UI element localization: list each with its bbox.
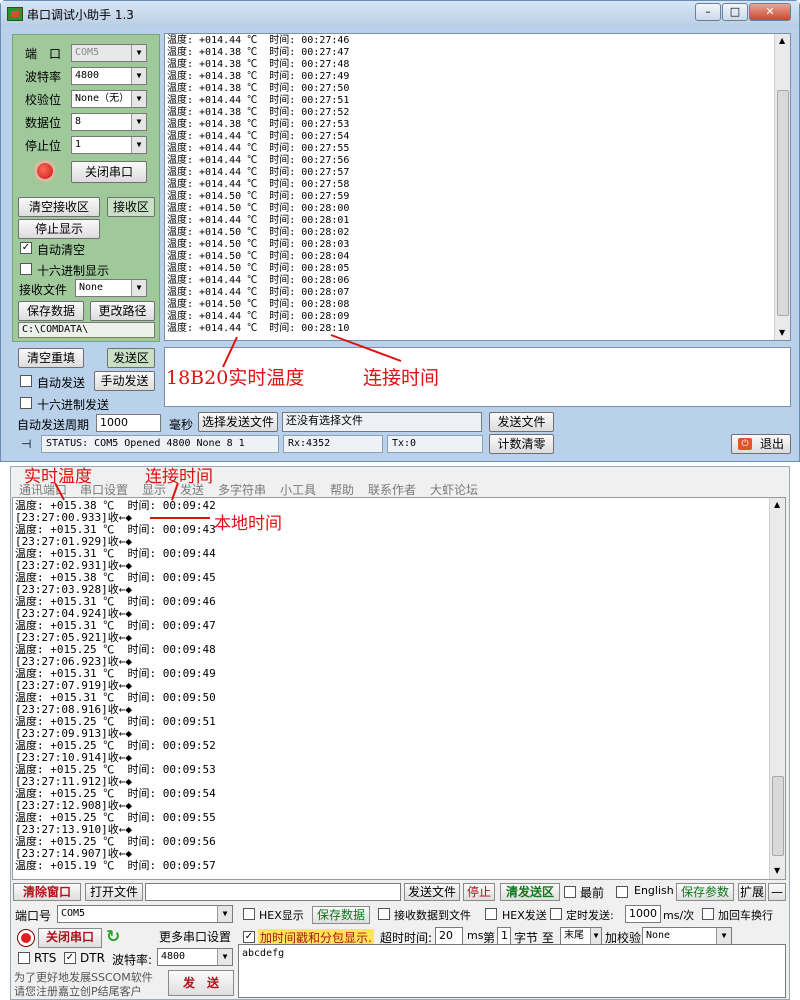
port-select-2[interactable]: COM5 ▼ [57, 905, 233, 923]
port-led-icon [18, 930, 34, 946]
add-crlf-label: 加回车换行 [718, 909, 773, 922]
save-data-button-2[interactable]: 保存数据 [312, 906, 370, 924]
tail-value: 末尾 [564, 930, 584, 941]
send-file-button-2[interactable]: 发送文件 [404, 883, 460, 901]
timed-send-label: 定时发送: [566, 909, 614, 922]
dtr-checkbox[interactable]: ✓ [64, 952, 76, 964]
send-input[interactable]: abcdefg [238, 944, 786, 998]
annotation-arrow-time-2 [171, 482, 179, 501]
topmost-label: 最前 [580, 886, 605, 900]
chevron-down-icon: ▼ [590, 928, 601, 944]
clear-window-button[interactable]: 清除窗口 [13, 883, 81, 901]
hex-display-checkbox-2[interactable] [243, 908, 255, 920]
topmost-checkbox[interactable] [564, 886, 576, 898]
save-params-button[interactable]: 保存参数 [676, 883, 734, 901]
timed-input[interactable]: 1000 [625, 905, 661, 923]
timed-send-checkbox[interactable] [550, 908, 562, 920]
rts-label: RTS [34, 951, 57, 965]
english-checkbox[interactable] [616, 886, 628, 898]
close-port-button-2[interactable]: 关闭串口 [38, 928, 102, 948]
timestamp-checkbox[interactable]: ✓ [243, 931, 255, 943]
hex-display-label-2: HEX显示 [259, 909, 304, 922]
clear-send-button[interactable]: 清发送区 [500, 883, 560, 901]
collapse-button[interactable]: — [768, 883, 786, 901]
file-path-input[interactable] [145, 883, 401, 901]
dtr-label: DTR [80, 951, 105, 965]
checksum-value: None [646, 930, 671, 941]
baud-value-2: 4800 [161, 951, 186, 962]
hex-send-label-2: HEX发送 [502, 909, 547, 922]
expand-button[interactable]: 扩展 [738, 883, 766, 901]
recv-to-file-checkbox[interactable] [378, 908, 390, 920]
more-ports-button[interactable]: 更多串口设置 [156, 928, 234, 948]
chevron-down-icon: ▼ [217, 949, 232, 965]
port-label-2: 端口号 [15, 909, 52, 923]
port-value-2: COM5 [61, 908, 86, 919]
open-file-button[interactable]: 打开文件 [85, 883, 143, 901]
tail-select[interactable]: 末尾 ▼ [560, 927, 602, 945]
timeout-ms-label: ms [467, 929, 484, 942]
rts-checkbox[interactable] [18, 952, 30, 964]
timeout-input[interactable]: 20 [435, 927, 463, 945]
annotation-arrows-2 [54, 482, 210, 519]
chevron-down-icon: ▼ [716, 928, 731, 944]
stop-button[interactable]: 停止 [463, 883, 495, 901]
checksum-select[interactable]: None ▼ [642, 927, 732, 945]
add-crlf-checkbox[interactable] [702, 908, 714, 920]
byte-input[interactable]: 1 [497, 927, 511, 945]
baud-select-2[interactable]: 4800 ▼ [157, 948, 233, 966]
chevron-down-icon: ▼ [217, 906, 232, 922]
english-label: English [634, 884, 674, 897]
send-button[interactable]: 发 送 [168, 970, 234, 996]
baud-label-2: 波特率: [112, 953, 153, 967]
refresh-icon[interactable]: ↻ [106, 927, 120, 947]
ms-per-label: ms/次 [663, 909, 695, 922]
recv-to-file-label: 接收数据到文件 [394, 909, 471, 922]
hex-send-checkbox-2[interactable] [485, 908, 497, 920]
annotation-arrow-temp-2 [54, 482, 65, 501]
promo-line-2[interactable]: 请您注册嘉立创P结尾客户 [14, 983, 142, 999]
